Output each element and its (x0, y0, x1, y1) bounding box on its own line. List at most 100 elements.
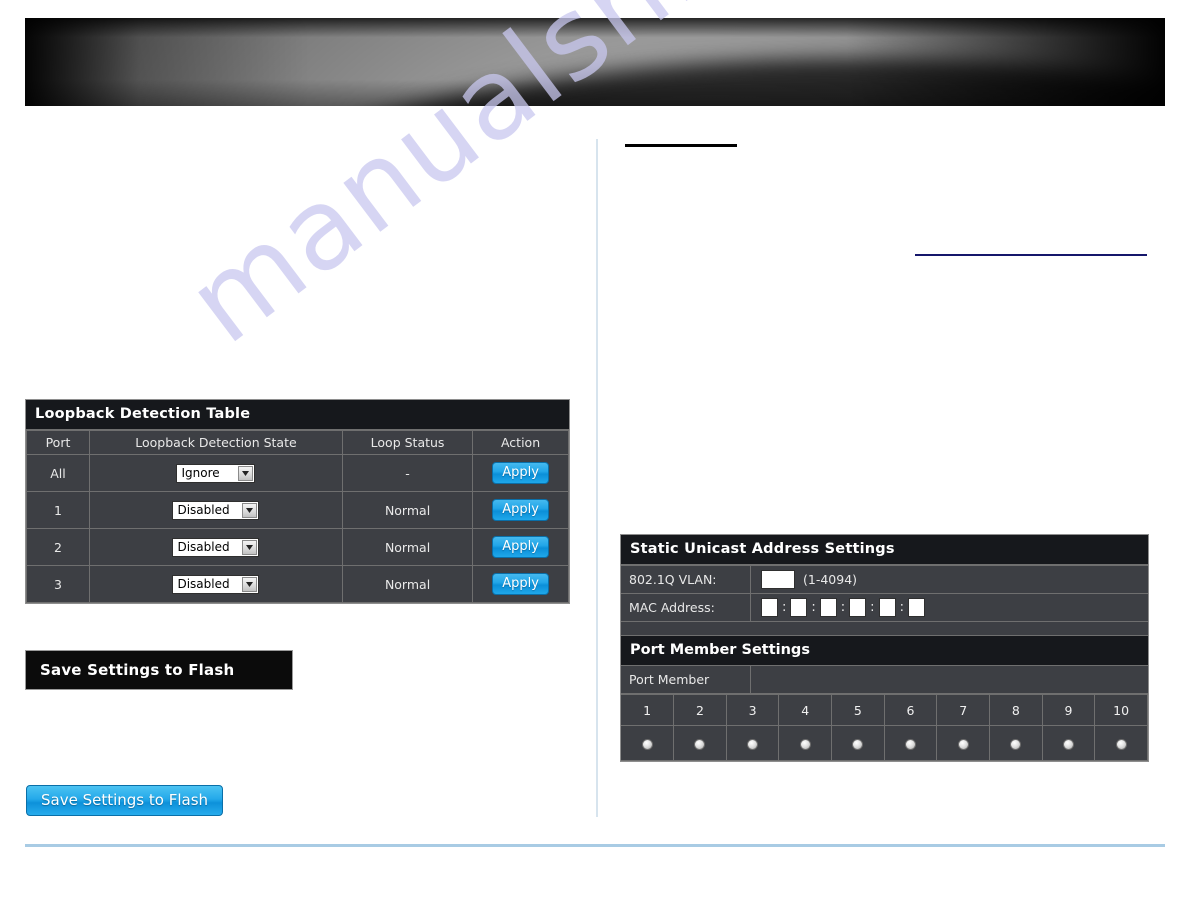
cell-state: Disabled (88, 528, 344, 566)
mac-octet-6-input[interactable] (907, 598, 925, 617)
chevron-down-icon[interactable] (242, 539, 258, 555)
mac-octet-2-input[interactable] (790, 598, 808, 617)
loopback-state-select-port-3[interactable]: Disabled (172, 574, 260, 594)
port-header-6: 6 (884, 694, 938, 726)
loopback-state-select-port-1[interactable]: Disabled (172, 500, 260, 520)
apply-button-all[interactable]: Apply (492, 462, 549, 484)
section-heading-rule (625, 144, 737, 147)
port-8-radio[interactable] (1010, 738, 1022, 750)
port-cell-3[interactable] (726, 725, 780, 761)
port-header-4: 4 (778, 694, 833, 726)
mac-octet-3-input[interactable] (819, 598, 837, 617)
port-cell-10[interactable] (1094, 725, 1148, 761)
port-1-radio[interactable] (641, 738, 653, 750)
mac-address-label: MAC Address: (621, 594, 751, 621)
mac-octet-4-input[interactable] (849, 598, 867, 617)
static-unicast-title: Static Unicast Address Settings (621, 535, 1148, 565)
cell-port: 3 (26, 565, 90, 603)
loopback-state-value-port-1: Disabled (177, 502, 230, 517)
cell-action: Apply (472, 565, 569, 603)
mac-separator: : (840, 600, 846, 615)
port-5-radio[interactable] (852, 738, 864, 750)
port-cell-1[interactable] (621, 725, 675, 761)
port-member-grid: 1 2 3 4 5 6 7 8 9 10 (621, 694, 1148, 761)
loopback-state-select-port-2[interactable]: Disabled (172, 537, 260, 557)
panel-spacer (621, 621, 1148, 635)
port-header-3: 3 (726, 694, 780, 726)
cell-port: 2 (26, 528, 90, 566)
loopback-header-row: Port Loopback Detection State Loop Statu… (26, 430, 569, 455)
column-divider (596, 139, 598, 817)
mac-separator: : (899, 600, 904, 615)
cell-state: Disabled (88, 565, 344, 603)
port-7-radio[interactable] (957, 738, 969, 750)
loopback-state-value-port-2: Disabled (177, 539, 230, 554)
loopback-detection-table: Loopback Detection Table Port Loopback D… (25, 399, 570, 604)
save-settings-to-flash-button[interactable]: Save Settings to Flash (26, 785, 224, 816)
table-row: 1 Disabled Normal Apply (26, 491, 569, 529)
apply-button-port-2[interactable]: Apply (492, 536, 549, 558)
port-cell-4[interactable] (778, 725, 833, 761)
port-cell-2[interactable] (673, 725, 727, 761)
link-underline-rule (915, 254, 1147, 256)
port-10-radio[interactable] (1115, 738, 1127, 750)
port-9-radio[interactable] (1062, 738, 1074, 750)
port-cell-9[interactable] (1042, 725, 1096, 761)
port-header-1: 1 (621, 694, 675, 726)
port-member-label: Port Member (621, 666, 751, 694)
footer-rule (25, 844, 1165, 847)
column-header-action: Action (472, 430, 569, 455)
cell-loop-status: Normal (342, 491, 474, 529)
chevron-down-icon[interactable] (242, 576, 258, 592)
port-header-2: 2 (673, 694, 727, 726)
cell-state: Ignore (88, 454, 344, 492)
port-4-radio[interactable] (799, 738, 811, 750)
table-row: All Ignore - Apply (26, 454, 569, 492)
port-number-header-row: 1 2 3 4 5 6 7 8 9 10 (621, 694, 1148, 726)
mac-separator: : (870, 600, 875, 615)
port-member-settings-title: Port Member Settings (621, 635, 1148, 666)
port-6-radio[interactable] (905, 738, 917, 750)
product-banner-image (25, 18, 1165, 106)
cell-action: Apply (472, 528, 569, 566)
loopback-state-value-all: Ignore (181, 465, 220, 480)
port-member-value-cell (751, 666, 1148, 694)
vlan-value-cell: (1-4094) (751, 566, 1148, 593)
loopback-grid: Port Loopback Detection State Loop Statu… (26, 430, 569, 603)
vlan-row: 802.1Q VLAN: (1-4094) (621, 565, 1148, 593)
loopback-state-value-port-3: Disabled (177, 576, 230, 591)
port-3-radio[interactable] (747, 738, 759, 750)
port-2-radio[interactable] (694, 738, 706, 750)
save-settings-to-flash-menu-item[interactable]: Save Settings to Flash (25, 650, 293, 690)
mac-octet-5-input[interactable] (878, 598, 896, 617)
chevron-down-icon[interactable] (238, 465, 254, 481)
column-header-port: Port (26, 430, 90, 455)
column-header-status: Loop Status (342, 430, 474, 455)
port-member-row: Port Member (621, 666, 1148, 694)
cell-port: 1 (26, 491, 90, 529)
cell-action: Apply (472, 491, 569, 529)
mac-address-value-cell: : : : : : (751, 594, 1148, 621)
apply-button-port-1[interactable]: Apply (492, 499, 549, 521)
port-header-7: 7 (936, 694, 990, 726)
cell-loop-status: - (342, 454, 474, 492)
cell-loop-status: Normal (342, 565, 474, 603)
cell-port: All (26, 454, 90, 492)
chevron-down-icon[interactable] (242, 502, 258, 518)
column-header-state: Loopback Detection State (88, 430, 344, 455)
mac-address-row: MAC Address: : : : : : (621, 593, 1148, 621)
mac-octet-1-input[interactable] (761, 598, 778, 617)
vlan-input[interactable] (761, 570, 795, 589)
vlan-label: 802.1Q VLAN: (621, 566, 751, 593)
apply-button-port-3[interactable]: Apply (492, 573, 549, 595)
port-radio-row (621, 725, 1148, 761)
cell-action: Apply (472, 454, 569, 492)
port-header-9: 9 (1042, 694, 1096, 726)
loopback-state-select-all[interactable]: Ignore (176, 463, 256, 483)
port-cell-7[interactable] (936, 725, 990, 761)
port-cell-6[interactable] (884, 725, 938, 761)
port-cell-5[interactable] (831, 725, 885, 761)
mac-separator: : (811, 600, 816, 615)
vlan-range-hint: (1-4094) (803, 572, 858, 587)
port-cell-8[interactable] (989, 725, 1043, 761)
